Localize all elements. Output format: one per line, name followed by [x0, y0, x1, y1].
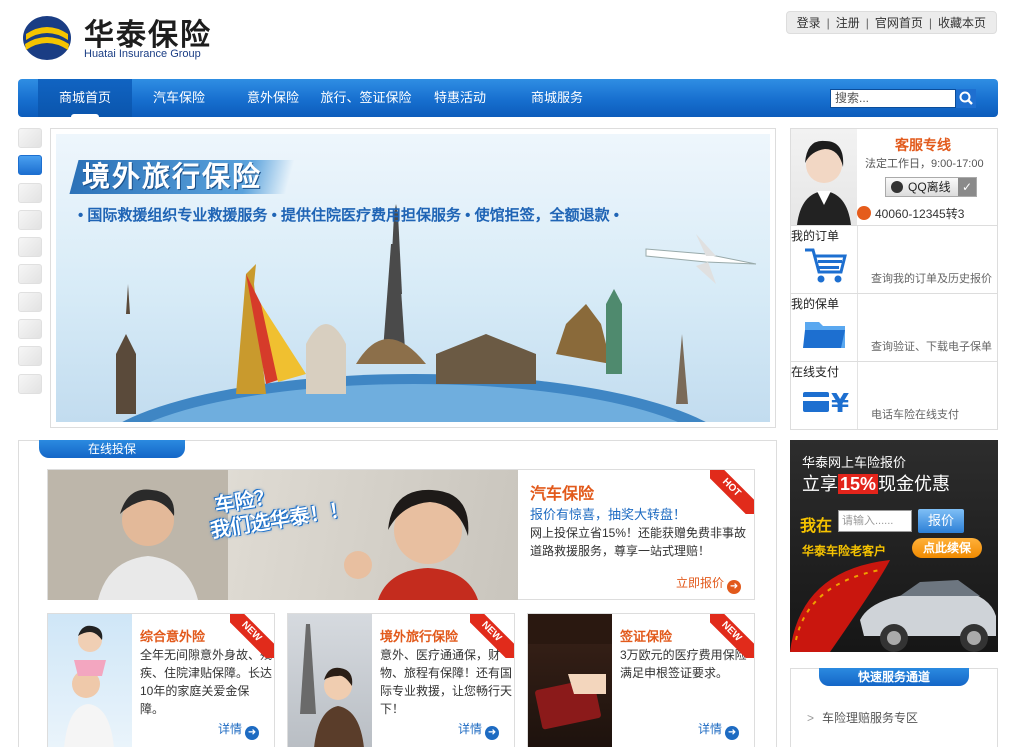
official-home-link[interactable]: 官网首页	[875, 14, 923, 31]
hero-banner[interactable]: 境外旅行保险 • 国际救援组织专业救援服务 • 提供住院医疗费用担保服务 • 使…	[50, 128, 776, 428]
hot-badge: HOT	[710, 470, 754, 514]
quote-button[interactable]: 报价	[918, 509, 964, 533]
banner-subtitle: • 国际救援组织专业救援服务 • 提供住院医疗费用担保服务 • 使馆拒签，全额退…	[78, 207, 620, 224]
visa-card-title: 签证保险	[620, 629, 673, 644]
slide-tab[interactable]	[18, 128, 42, 148]
qq-icon	[891, 181, 903, 193]
my-policies-desc: 查询验证、下载电子保单	[871, 341, 992, 353]
nav-item-promotions[interactable]: 特惠活动	[422, 79, 498, 117]
auto-insurance-desc: 网上投保立省15%！还能获赠免费非事故道路救援服务，尊享一站式理赔！	[530, 526, 747, 558]
slide-tab[interactable]	[18, 319, 42, 340]
claims-service-link[interactable]: > 车险理赔服务专区	[807, 709, 918, 726]
logo-mark-icon	[23, 16, 71, 60]
car-quote-ad: 华泰网上车险报价 立享 15% 现金优惠 我在 请输入...... 报价 华泰车险老…	[790, 440, 998, 652]
online-insure-section: 在线投保 车险？ 我们选华泰！！ 汽车保险 报价有惊喜，抽奖大转盘！ 网上投保立省…	[18, 440, 777, 747]
payment-icon: ¥	[803, 389, 849, 419]
agent-photo	[791, 129, 857, 225]
search-icon	[959, 91, 973, 105]
bookmark-link[interactable]: 收藏本页	[938, 14, 986, 31]
accident-image	[48, 614, 132, 747]
top-links: 登录 | 注册 | 官网首页 | 收藏本页	[785, 11, 997, 34]
register-link[interactable]: 注册	[836, 14, 860, 31]
accident-card-title: 综合意外险	[140, 629, 206, 644]
service-hours: 法定工作日，9:00-17:00	[865, 158, 984, 170]
banner-image: 境外旅行保险 • 国际救援组织专业救援服务 • 提供住院医疗费用担保服务 • 使…	[56, 134, 770, 422]
accident-details-link[interactable]: 详情 ➜	[218, 720, 260, 740]
nav-item-mall-home[interactable]: 商城首页	[38, 79, 132, 118]
arrow-right-icon: ➜	[727, 580, 742, 594]
city-input[interactable]: 请输入......	[838, 510, 912, 532]
auto-insurance-subtitle: 报价有惊喜，抽奖大转盘！	[530, 507, 687, 522]
quote-title: 华泰网上车险报价	[802, 455, 907, 470]
arrow-right-icon: ➜	[485, 726, 500, 740]
quote-now-link[interactable]: 立即报价 ➜	[676, 574, 742, 594]
service-panel: 客服专线 法定工作日，9:00-17:00 QQ离线 ✓ 40060-12345…	[790, 128, 998, 430]
svg-text:¥: ¥	[831, 389, 849, 419]
quote-prompt: 我在	[800, 518, 833, 535]
nav-item-auto[interactable]: 汽车保险	[138, 79, 220, 117]
fast-service-tab: 快速服务通道	[819, 668, 969, 686]
logo[interactable]: 华泰保险 Huatai Insurance Group	[22, 10, 222, 66]
logo-text-en: Huatai Insurance Group	[84, 48, 201, 60]
visa-image	[528, 614, 612, 747]
qq-status-button[interactable]: QQ离线 ✓	[885, 177, 977, 197]
search-button[interactable]	[956, 89, 976, 108]
service-hotline-title: 客服专线	[895, 137, 951, 153]
slide-tab[interactable]	[18, 237, 42, 258]
qq-label: QQ离线	[908, 180, 951, 194]
my-policies-link[interactable]: 我的保单 查询验证、下载电子保单	[791, 294, 997, 362]
visa-details-link[interactable]: 详情 ➜	[698, 720, 740, 740]
phone-icon	[857, 206, 871, 220]
travel-card-title: 境外旅行保险	[380, 629, 459, 644]
my-orders-link[interactable]: 我的订单 查询我的订单及历史报价	[791, 226, 997, 294]
check-icon: ✓	[958, 178, 976, 196]
slide-tabs	[18, 128, 42, 401]
renew-button[interactable]: 点此续保	[912, 538, 982, 558]
old-customer-label: 华泰车险老客户	[802, 544, 887, 558]
slide-tab[interactable]	[18, 209, 42, 230]
my-orders-desc: 查询我的订单及历史报价	[871, 273, 992, 285]
nav-item-mall-service[interactable]: 商城服务	[514, 79, 600, 117]
auto-insurance-promo[interactable]: 车险？ 我们选华泰！！ 汽车保险 报价有惊喜，抽奖大转盘！ 网上投保立省15%！还…	[47, 469, 755, 600]
main-nav: 商城首页 汽车保险 意外保险 旅行、签证保险 特惠活动 商城服务 搜索...	[18, 79, 998, 118]
slide-tab[interactable]	[18, 373, 42, 394]
nav-item-accident[interactable]: 意外保险	[232, 79, 314, 117]
slide-tab[interactable]	[18, 182, 42, 203]
customer-service: 客服专线 法定工作日，9:00-17:00 QQ离线 ✓ 40060-12345…	[791, 129, 997, 226]
product-card-travel[interactable]: 境外旅行保险 意外、医疗通通保，财物、旅程有保障！还有国际专业救援，让您畅行天下…	[287, 613, 515, 747]
nav-item-travel-visa[interactable]: 旅行、签证保险	[318, 79, 414, 117]
online-payment-link[interactable]: 在线支付 ¥ 电话车险在线支付	[791, 362, 997, 430]
folder-icon	[803, 322, 845, 348]
online-payment-desc: 电话车险在线支付	[871, 409, 959, 421]
slide-tab-active[interactable]	[18, 155, 42, 176]
online-insure-tab[interactable]: 在线投保	[39, 440, 185, 458]
slide-tab[interactable]	[18, 346, 42, 367]
travel-details-link[interactable]: 详情 ➜	[458, 720, 500, 740]
search-input[interactable]: 搜索...	[830, 89, 956, 108]
quote-discount: 立享 15% 现金优惠	[802, 474, 951, 494]
travel-image	[288, 614, 372, 747]
new-badge: NEW	[230, 614, 274, 658]
login-link[interactable]: 登录	[797, 14, 821, 31]
arrow-right-icon: ➜	[245, 726, 260, 740]
slide-tab[interactable]	[18, 291, 42, 312]
new-badge: NEW	[710, 614, 754, 658]
fast-service-panel: 快速服务通道 > 车险理赔服务专区	[790, 668, 998, 747]
cart-icon	[805, 248, 847, 283]
product-card-accident[interactable]: 综合意外险 全年无间隙意外身故、残疾、住院津贴保障。长达10年的家庭关爱金保障。…	[47, 613, 275, 747]
slide-tab[interactable]	[18, 264, 42, 285]
product-card-visa[interactable]: 签证保险 3万欧元的医疗费用保险满足申根签证要求。 详情 ➜ NEW	[527, 613, 755, 747]
banner-title: 境外旅行保险	[69, 160, 295, 194]
arrow-right-icon: ➜	[725, 726, 740, 740]
service-phone: 40060-12345转3	[857, 205, 964, 222]
new-badge: NEW	[470, 614, 514, 658]
auto-insurance-title: 汽车保险	[530, 486, 595, 503]
page: 华泰保险 Huatai Insurance Group 登录 | 注册 | 官网首页…	[0, 0, 1013, 747]
